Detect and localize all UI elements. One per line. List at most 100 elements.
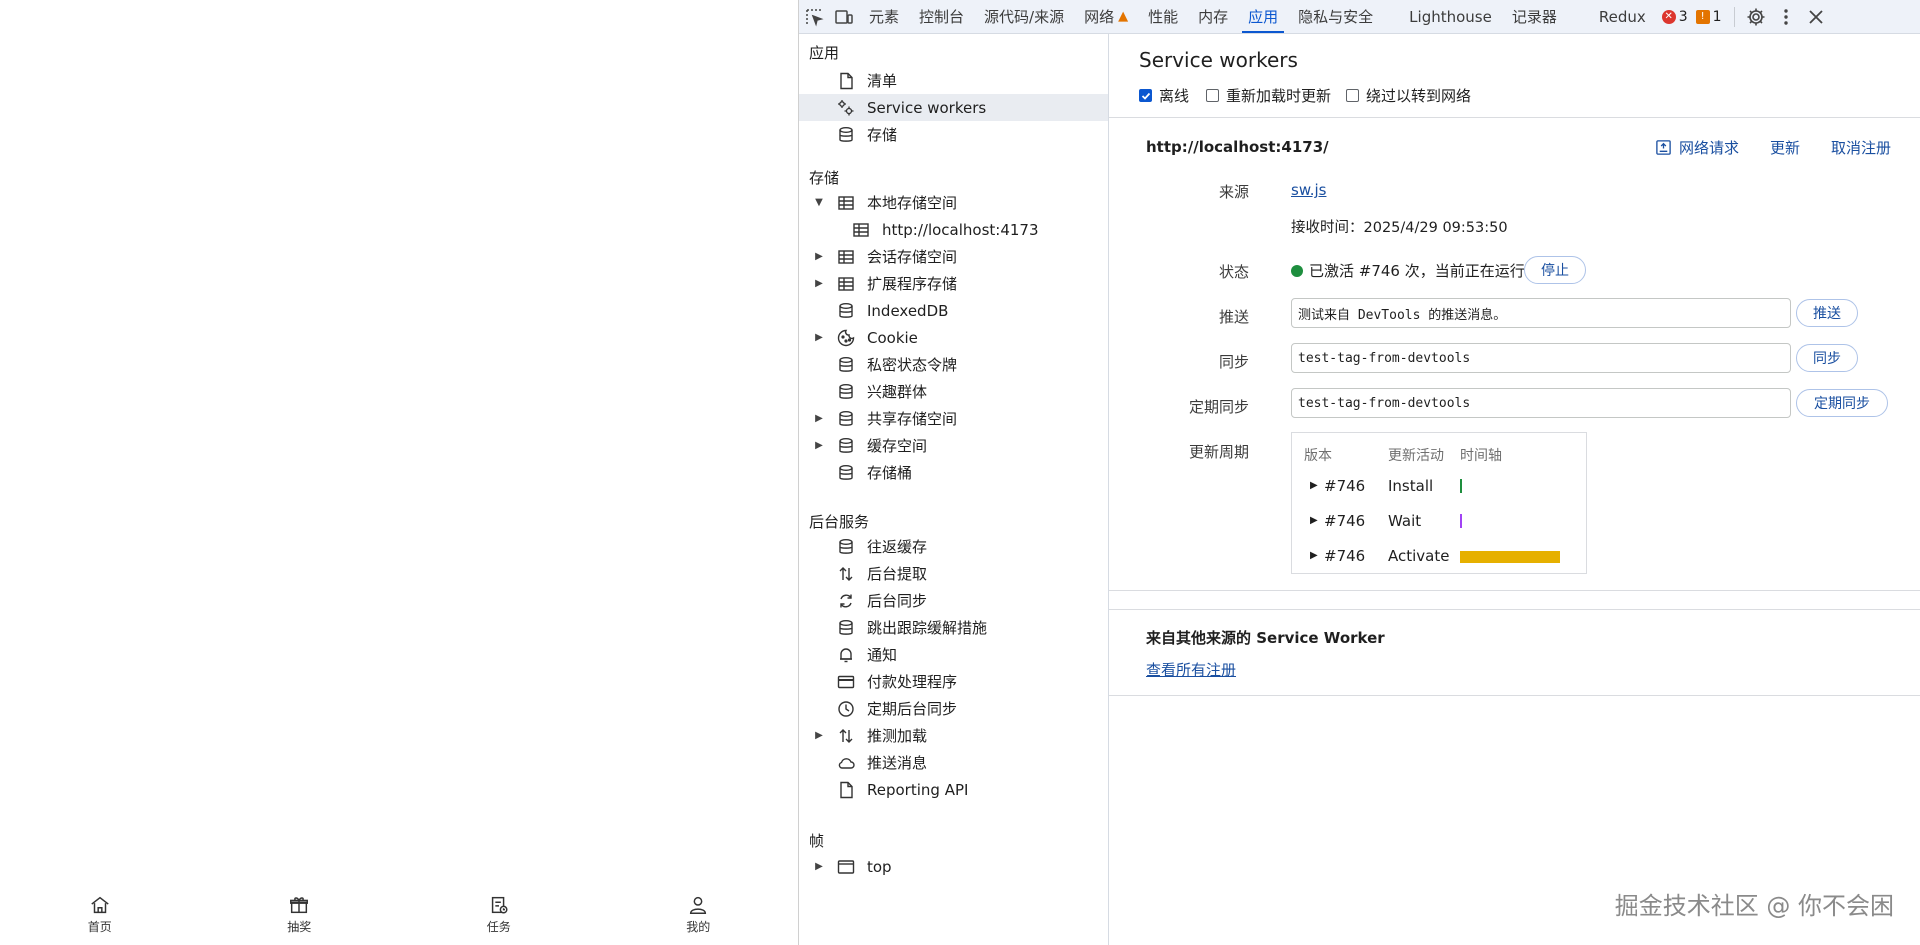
collapsed-arrow-icon[interactable]: ▶ <box>813 251 825 262</box>
network-requests-button[interactable]: 网络请求 <box>1655 137 1739 158</box>
sidebar-item-local-storage[interactable]: ▼ 本地存储空间 <box>799 189 1108 216</box>
origin-url: http://localhost:4173/ <box>1146 138 1329 156</box>
tab-lighthouse-label: Lighthouse <box>1409 7 1492 26</box>
settings-button[interactable] <box>1741 0 1771 33</box>
database-icon <box>835 462 857 484</box>
sidebar-item-cookie[interactable]: ▶ Cookie <box>799 324 1108 351</box>
sidebar-item-local-storage-origin[interactable]: http://localhost:4173 <box>799 216 1108 243</box>
sidebar-item-bounce-tracking[interactable]: 跳出跟踪缓解措施 <box>799 614 1108 641</box>
cycle-activity: Activate <box>1388 547 1450 565</box>
sync-icon <box>835 590 857 612</box>
collapsed-arrow-icon[interactable]: ▶ <box>1310 515 1318 526</box>
tab-network[interactable]: 网络 ▲ <box>1074 0 1138 33</box>
sync-input[interactable]: test-tag-from-devtools <box>1291 343 1791 373</box>
nav-task[interactable]: 任务 <box>399 875 599 945</box>
database-icon <box>835 536 857 558</box>
frame-icon <box>835 856 857 878</box>
periodic-sync-button[interactable]: 定期同步 <box>1796 389 1888 417</box>
sidebar-item-notifications[interactable]: 通知 <box>799 641 1108 668</box>
nav-home[interactable]: 首页 <box>0 875 200 945</box>
sidebar-item-background-fetch[interactable]: 后台提取 <box>799 560 1108 587</box>
collapsed-arrow-icon[interactable]: ▶ <box>813 278 825 289</box>
cycle-row-wait[interactable]: ▶ #746 Wait <box>1292 508 1586 536</box>
gear-icon <box>1747 8 1765 25</box>
devtools-panel: 元素 控制台 源代码/来源 网络 ▲ 性能 内存 应用 隐私与安全 Lightho… <box>798 0 1920 945</box>
tab-privacy-security[interactable]: 隐私与安全 <box>1288 0 1383 33</box>
sidebar-item-push-messaging[interactable]: 推送消息 <box>799 749 1108 776</box>
push-input[interactable]: 测试来自 DevTools 的推送消息。 <box>1291 298 1791 328</box>
cycle-row-install[interactable]: ▶ #746 Install <box>1292 473 1586 501</box>
sidebar-item-interest-groups[interactable]: 兴趣群体 <box>799 378 1108 405</box>
device-toolbar-button[interactable] <box>829 0 859 33</box>
sidebar-item-service-workers[interactable]: Service workers <box>799 94 1108 121</box>
divider <box>1109 695 1920 696</box>
view-all-registrations-link[interactable]: 查看所有注册 <box>1146 659 1236 680</box>
warning-count: 1 <box>1712 8 1722 25</box>
tab-lighthouse[interactable]: Lighthouse <box>1383 0 1502 33</box>
close-icon <box>1808 9 1823 24</box>
sidebar-item-label: 往返缓存 <box>867 538 928 556</box>
sidebar-item-speculative-loads[interactable]: ▶ 推测加载 <box>799 722 1108 749</box>
tab-console[interactable]: 控制台 <box>909 0 974 33</box>
warning-badge-icon: ! <box>1695 9 1710 24</box>
collapsed-arrow-icon[interactable]: ▶ <box>813 440 825 451</box>
source-label: 来源 <box>1218 183 1249 201</box>
tab-redux[interactable]: Redux <box>1567 0 1656 33</box>
unregister-button[interactable]: 取消注册 <box>1831 137 1891 158</box>
collapsed-arrow-icon[interactable]: ▶ <box>1310 480 1318 491</box>
sidebar-item-bfcache[interactable]: 往返缓存 <box>799 533 1108 560</box>
tab-application[interactable]: 应用 <box>1238 0 1288 33</box>
nav-task-label: 任务 <box>486 919 511 934</box>
cycle-row-activate[interactable]: ▶ #746 Activate <box>1292 543 1586 571</box>
push-input-value: 测试来自 DevTools 的推送消息。 <box>1298 307 1507 323</box>
sidebar-item-private-state-tokens[interactable]: 私密状态令牌 <box>799 351 1108 378</box>
more-options-button[interactable] <box>1771 0 1801 33</box>
sidebar-item-frame-top[interactable]: ▶ top <box>799 853 1108 880</box>
sidebar-item-label: 扩展程序存储 <box>867 275 958 293</box>
sidebar-item-storage-buckets[interactable]: 存储桶 <box>799 459 1108 486</box>
sidebar-item-session-storage[interactable]: ▶ 会话存储空间 <box>799 243 1108 270</box>
tab-sources[interactable]: 源代码/来源 <box>974 0 1074 33</box>
sidebar-item-reporting-api[interactable]: Reporting API <box>799 776 1108 803</box>
tab-performance[interactable]: 性能 <box>1138 0 1188 33</box>
tab-memory[interactable]: 内存 <box>1188 0 1238 33</box>
collapsed-arrow-icon[interactable]: ▶ <box>813 861 825 872</box>
periodic-sync-label: 定期同步 <box>1188 398 1249 416</box>
tab-elements[interactable]: 元素 <box>859 0 909 33</box>
kebab-menu-icon <box>1783 8 1788 25</box>
bypass-for-network-checkbox[interactable]: 绕过以转到网络 <box>1346 85 1471 106</box>
credit-card-icon <box>835 671 857 693</box>
error-counter[interactable]: ✕ 3 <box>1656 9 1694 25</box>
sidebar-item-cache-storage[interactable]: ▶ 缓存空间 <box>799 432 1108 459</box>
up-down-arrows-icon <box>835 563 857 585</box>
table-icon <box>835 273 857 295</box>
sidebar-item-extension-storage[interactable]: ▶ 扩展程序存储 <box>799 270 1108 297</box>
sync-button[interactable]: 同步 <box>1796 344 1858 372</box>
sidebar-item-payment-handler[interactable]: 付款处理程序 <box>799 668 1108 695</box>
expanded-arrow-icon[interactable]: ▼ <box>813 197 825 208</box>
stop-button[interactable]: 停止 <box>1524 256 1586 284</box>
collapsed-arrow-icon[interactable]: ▶ <box>813 730 825 741</box>
close-devtools-button[interactable] <box>1801 0 1831 33</box>
sidebar-item-indexeddb[interactable]: IndexedDB <box>799 297 1108 324</box>
warning-counter[interactable]: ! 1 <box>1694 9 1728 25</box>
nav-lottery[interactable]: 抽奖 <box>200 875 400 945</box>
clock-icon <box>835 698 857 720</box>
update-button[interactable]: 更新 <box>1770 137 1800 158</box>
inspect-element-button[interactable] <box>799 0 829 33</box>
periodic-sync-input[interactable]: test-tag-from-devtools <box>1291 388 1791 418</box>
collapsed-arrow-icon[interactable]: ▶ <box>813 332 825 343</box>
sidebar-item-manifest[interactable]: 清单 <box>799 67 1108 94</box>
push-button[interactable]: 推送 <box>1796 299 1858 327</box>
source-link[interactable]: sw.js <box>1291 181 1326 199</box>
offline-checkbox[interactable]: 离线 <box>1139 85 1189 106</box>
sidebar-item-shared-storage[interactable]: ▶ 共享存储空间 <box>799 405 1108 432</box>
collapsed-arrow-icon[interactable]: ▶ <box>1310 550 1318 561</box>
tab-recorder[interactable]: 记录器 <box>1502 0 1567 33</box>
sidebar-item-background-sync[interactable]: 后台同步 <box>799 587 1108 614</box>
update-on-reload-checkbox[interactable]: 重新加载时更新 <box>1206 85 1331 106</box>
sidebar-item-periodic-background-sync[interactable]: 定期后台同步 <box>799 695 1108 722</box>
sidebar-item-app-storage[interactable]: 存储 <box>799 121 1108 148</box>
nav-mine[interactable]: 我的 <box>599 875 799 945</box>
collapsed-arrow-icon[interactable]: ▶ <box>813 413 825 424</box>
